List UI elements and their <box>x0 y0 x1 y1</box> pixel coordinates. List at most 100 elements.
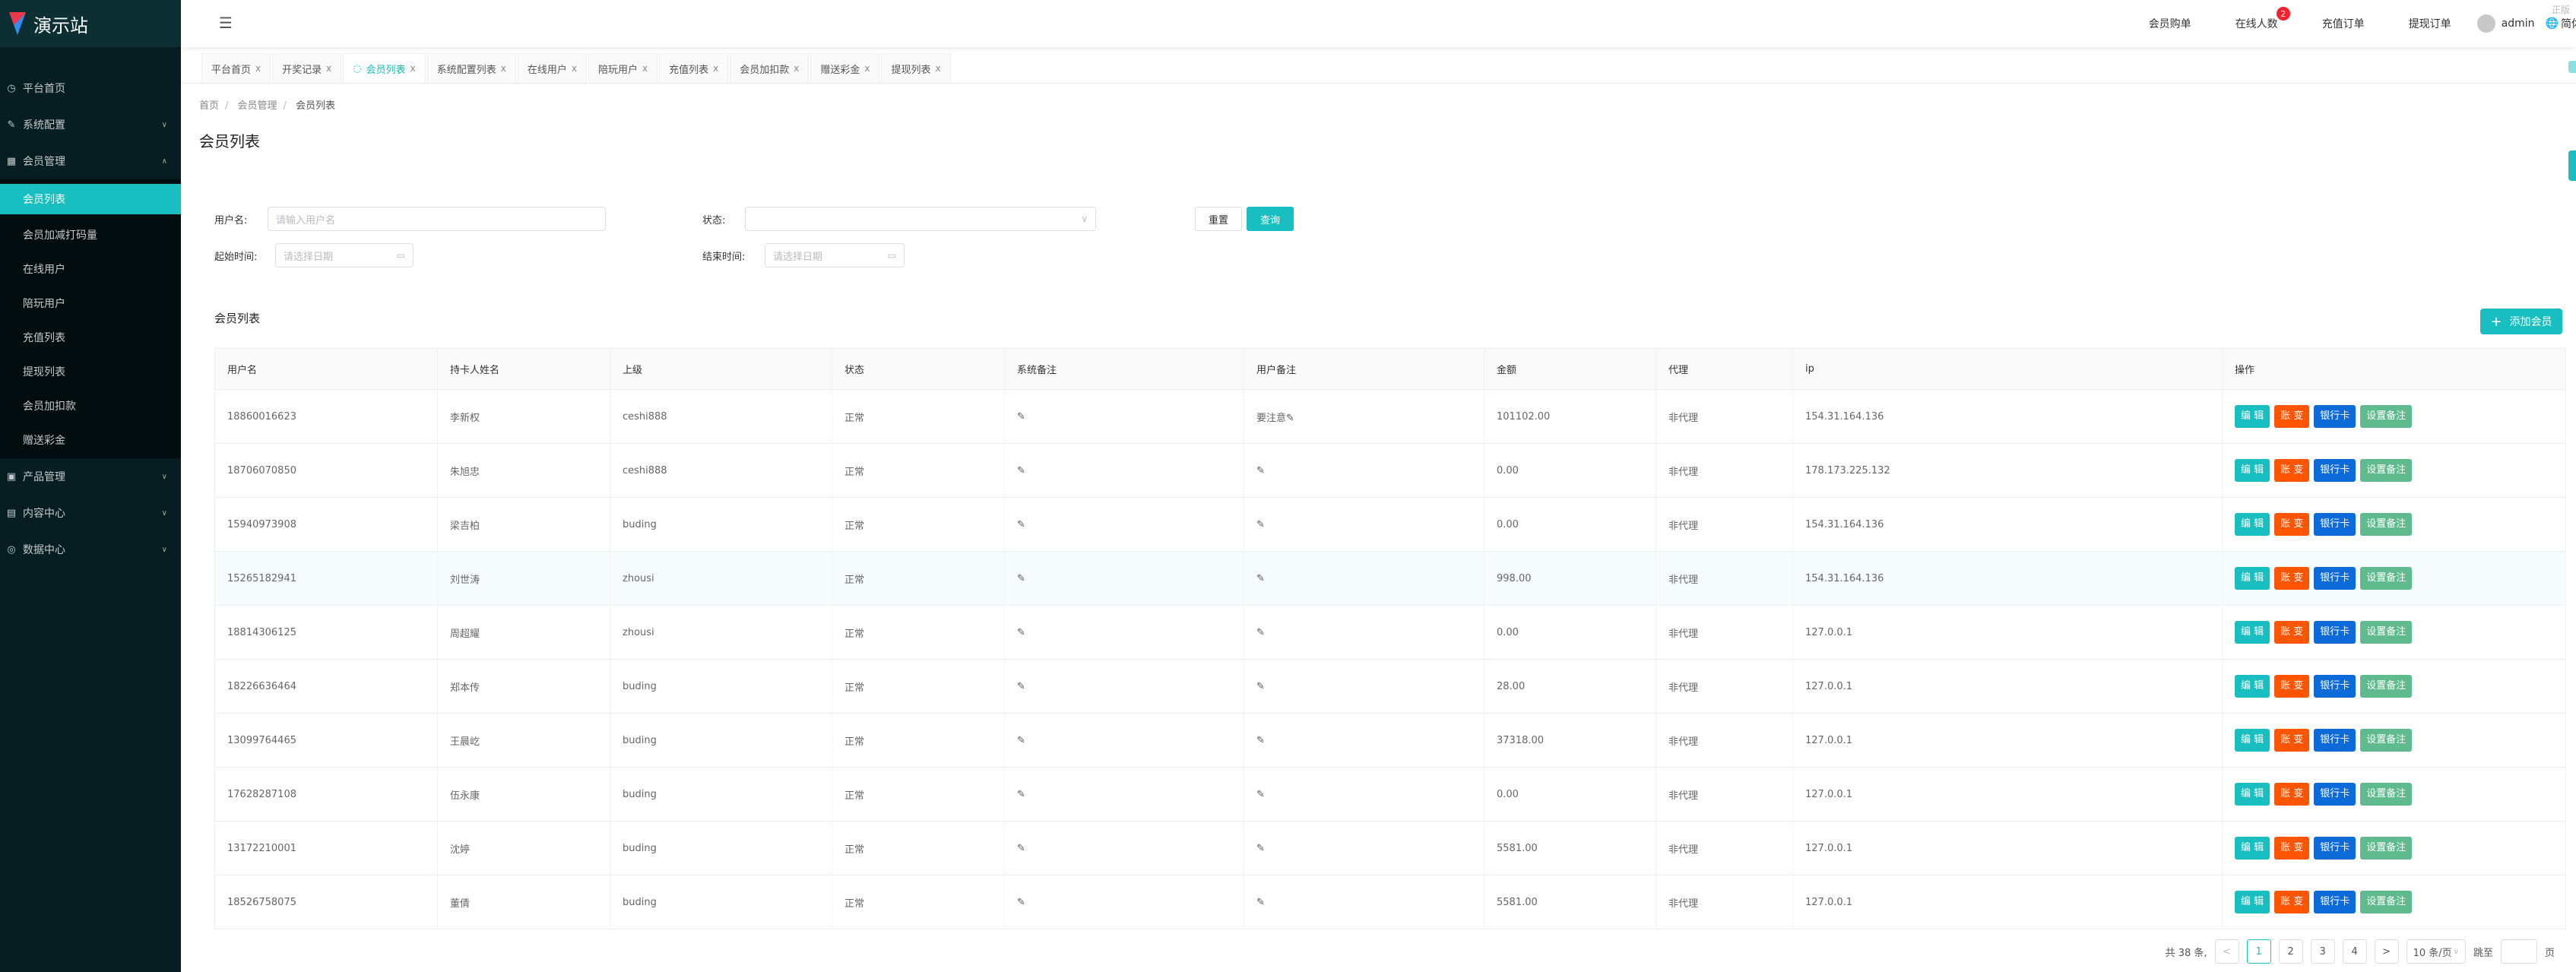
settings-drawer-handle[interactable] <box>2568 150 2576 181</box>
edit-remark-icon[interactable]: ✎ <box>1017 465 1025 477</box>
tab[interactable]: 在线用户 x <box>517 53 587 83</box>
action-button[interactable]: 银行卡 <box>2314 459 2356 482</box>
reset-button[interactable]: 重置 <box>1195 207 1242 231</box>
edit-remark-icon[interactable]: ✎ <box>1017 897 1025 908</box>
sidebar-item[interactable]: ◎ 数据中心 ∨ <box>0 531 181 568</box>
edit-remark-icon[interactable]: ✎ <box>1256 789 1265 800</box>
edit-remark-icon[interactable]: ✎ <box>1256 465 1265 477</box>
action-button[interactable]: 账 变 <box>2274 567 2310 590</box>
page-button[interactable]: 3 <box>2310 939 2335 964</box>
breadcrumb-member[interactable]: 会员管理 <box>238 100 277 112</box>
page-button[interactable]: 2 <box>2278 939 2303 964</box>
sidebar-item[interactable]: ▣ 产品管理 ∨ <box>0 458 181 495</box>
tab[interactable]: 系统配置列表 x <box>426 53 516 83</box>
edit-remark-icon[interactable]: ✎ <box>1017 681 1025 692</box>
sidebar-subitem[interactable]: 赠送彩金 <box>0 423 181 457</box>
sidebar-subitem[interactable]: 提现列表 <box>0 354 181 388</box>
action-button[interactable]: 银行卡 <box>2314 405 2356 428</box>
close-icon[interactable]: x <box>935 63 940 74</box>
edit-remark-icon[interactable]: ✎ <box>1256 519 1265 530</box>
edit-remark-icon[interactable]: ✎ <box>1256 843 1265 854</box>
action-button[interactable]: 银行卡 <box>2314 567 2356 590</box>
close-icon[interactable]: x <box>864 63 870 74</box>
action-button[interactable]: 设置备注 <box>2360 513 2413 536</box>
logo[interactable]: 演示站 <box>0 0 181 47</box>
globe-icon[interactable]: 🌐 <box>2546 17 2559 30</box>
sidebar-subitem[interactable]: 陪玩用户 <box>0 286 181 320</box>
tab[interactable]: 开奖记录 x <box>272 53 342 83</box>
action-button[interactable]: 编 辑 <box>2235 513 2270 536</box>
action-button[interactable]: 编 辑 <box>2235 675 2270 698</box>
action-button[interactable]: 账 变 <box>2274 891 2310 913</box>
close-icon[interactable]: x <box>572 63 577 74</box>
start-date-input[interactable]: 请选择日期 ▭ <box>275 243 413 268</box>
action-button[interactable]: 编 辑 <box>2235 783 2270 806</box>
tab[interactable]: 赠送彩金 x <box>810 53 880 83</box>
sidebar-subitem[interactable]: 会员加减打码量 <box>0 217 181 252</box>
edit-remark-icon[interactable]: ✎ <box>1256 627 1265 638</box>
action-button[interactable]: 银行卡 <box>2314 729 2356 752</box>
sidebar-subitem[interactable]: 会员列表 <box>0 184 181 214</box>
tab[interactable]: 平台首页 x <box>201 53 271 83</box>
action-button[interactable]: 银行卡 <box>2314 783 2356 806</box>
menu-toggle-icon[interactable]: ☰ <box>219 14 233 32</box>
close-icon[interactable]: x <box>326 63 331 74</box>
language-select[interactable]: 简体 <box>2561 16 2576 31</box>
edit-remark-icon[interactable]: ✎ <box>1017 735 1025 746</box>
close-icon[interactable]: x <box>410 63 416 74</box>
action-button[interactable]: 银行卡 <box>2314 891 2356 913</box>
action-button[interactable]: 设置备注 <box>2360 891 2413 913</box>
action-button[interactable]: 设置备注 <box>2360 675 2413 698</box>
action-button[interactable]: 银行卡 <box>2314 621 2356 644</box>
action-button[interactable]: 设置备注 <box>2360 621 2413 644</box>
action-button[interactable]: 编 辑 <box>2235 729 2270 752</box>
page-button[interactable]: 4 <box>2342 939 2367 964</box>
header-link-online[interactable]: 在线人数 2 <box>2235 7 2290 31</box>
edit-remark-icon[interactable]: ✎ <box>1017 573 1025 584</box>
action-button[interactable]: 编 辑 <box>2235 621 2270 644</box>
action-button[interactable]: 编 辑 <box>2235 405 2270 428</box>
prev-page-button[interactable]: < <box>2214 939 2239 964</box>
breadcrumb-home[interactable]: 首页 <box>199 100 219 112</box>
sidebar-subitem[interactable]: 充值列表 <box>0 320 181 354</box>
action-button[interactable]: 编 辑 <box>2235 837 2270 860</box>
close-icon[interactable]: x <box>255 63 261 74</box>
action-button[interactable]: 账 变 <box>2274 837 2310 860</box>
action-button[interactable]: 编 辑 <box>2235 459 2270 482</box>
status-select[interactable]: ∨ <box>745 207 1096 231</box>
sidebar-item[interactable]: ▦ 会员管理 ∧ <box>0 143 181 179</box>
sidebar-subitem[interactable]: 在线用户 <box>0 252 181 286</box>
tab[interactable]: 提现列表 x <box>881 53 951 83</box>
action-button[interactable]: 编 辑 <box>2235 567 2270 590</box>
jump-page-input[interactable] <box>2500 939 2537 964</box>
action-button[interactable]: 设置备注 <box>2360 837 2413 860</box>
tab[interactable]: 充值列表 x <box>659 53 729 83</box>
edit-remark-icon[interactable]: ✎ <box>1256 573 1265 584</box>
action-button[interactable]: 银行卡 <box>2314 837 2356 860</box>
search-button[interactable]: 查询 <box>1247 207 1294 231</box>
action-button[interactable]: 编 辑 <box>2235 891 2270 913</box>
sidebar-item[interactable]: ▤ 内容中心 ∨ <box>0 495 181 531</box>
end-date-input[interactable]: 请选择日期 ▭ <box>765 243 905 268</box>
header-link-member-orders[interactable]: 会员购单 <box>2149 16 2191 31</box>
tab[interactable]: ◌ 会员列表 x <box>343 53 426 83</box>
add-member-button[interactable]: + 添加会员 <box>2480 309 2562 334</box>
close-icon[interactable]: x <box>713 63 718 74</box>
edit-remark-icon[interactable]: ✎ <box>1256 897 1265 908</box>
tab[interactable]: 会员加扣款 x <box>730 53 810 83</box>
action-button[interactable]: 银行卡 <box>2314 513 2356 536</box>
sidebar-item[interactable]: ✎ 系统配置 ∨ <box>0 106 181 143</box>
edit-remark-icon[interactable]: ✎ <box>1017 627 1025 638</box>
close-icon[interactable]: x <box>794 63 799 74</box>
header-link-withdraw-orders[interactable]: 提现订单 <box>2409 16 2451 31</box>
action-button[interactable]: 设置备注 <box>2360 459 2413 482</box>
edit-remark-icon[interactable]: ✎ <box>1017 843 1025 854</box>
page-button[interactable]: 1 <box>2246 939 2271 964</box>
action-button[interactable]: 设置备注 <box>2360 729 2413 752</box>
next-page-button[interactable]: > <box>2374 939 2399 964</box>
sidebar-item[interactable]: ◷ 平台首页 <box>0 70 181 106</box>
action-button[interactable]: 设置备注 <box>2360 783 2413 806</box>
edit-remark-icon[interactable]: ✎ <box>1256 681 1265 692</box>
lock-icon[interactable] <box>2568 61 2576 73</box>
edit-remark-icon[interactable]: ✎ <box>1286 413 1294 424</box>
